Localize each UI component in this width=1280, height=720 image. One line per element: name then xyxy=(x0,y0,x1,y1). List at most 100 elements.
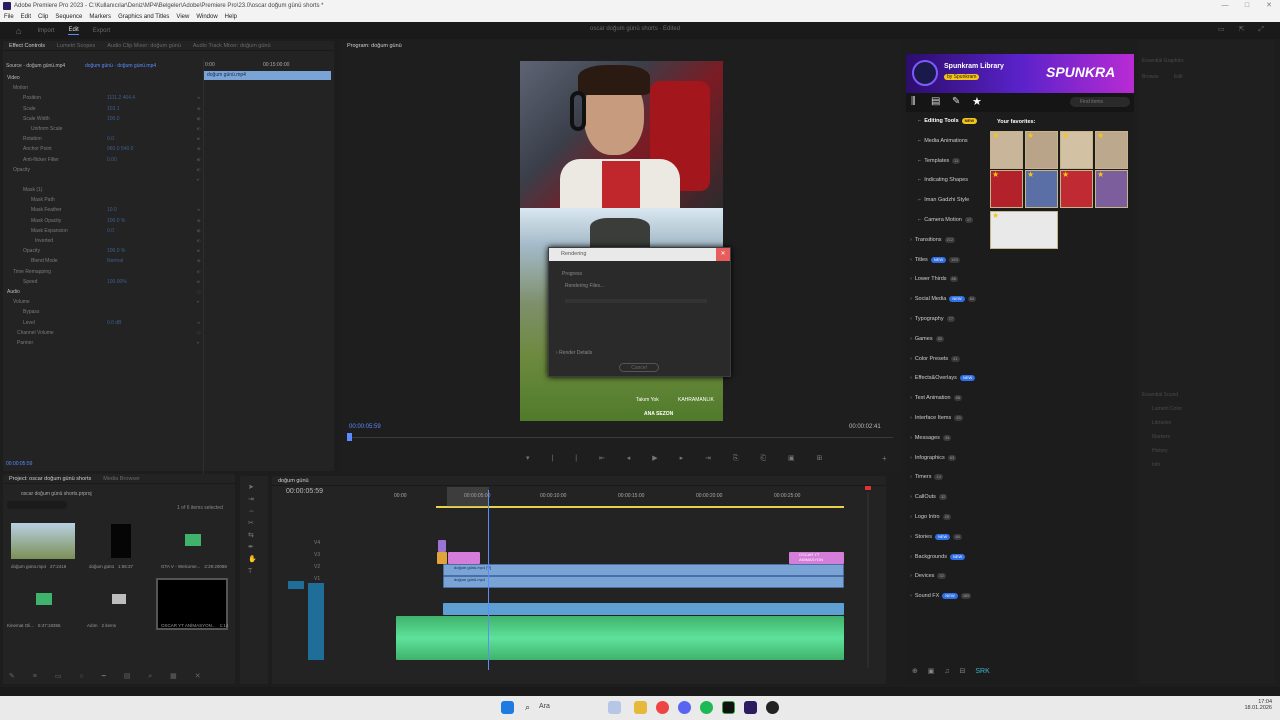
transport-controls[interactable]: ▾ | | ⇤ ◂ ▶ ▸ ⇥ ⎘ ⎗ ▣ ⊞ xyxy=(526,454,832,463)
effect-row-value[interactable]: 0.00 xyxy=(107,155,117,165)
right-panel-item[interactable]: Lumetri Color xyxy=(1152,406,1182,412)
right-panel-item[interactable]: Browse xyxy=(1142,74,1159,80)
timeline-audio-a1[interactable] xyxy=(443,603,844,615)
effect-row-value[interactable]: 100.0 % xyxy=(107,246,125,256)
star-icon[interactable]: ★ xyxy=(992,171,999,179)
audio-track-target[interactable] xyxy=(308,583,324,660)
library-category[interactable]: › Lower Thirds 88 xyxy=(910,274,958,284)
track-label[interactable]: V3 xyxy=(314,552,320,558)
effect-row-value[interactable]: 0.0 xyxy=(107,226,114,236)
library-category[interactable]: › Interface Items 39 xyxy=(910,413,963,423)
menu-window[interactable]: Window xyxy=(196,12,217,22)
effect-row-value[interactable]: 103.1 xyxy=(107,104,120,114)
menu-sequence[interactable]: Sequence xyxy=(55,12,82,22)
star-icon[interactable]: ★ xyxy=(992,132,999,140)
library-category[interactable]: › Transitions 212 xyxy=(910,235,956,245)
timeline-sequence-tab[interactable]: doğum günü xyxy=(278,476,309,485)
edit-icon[interactable]: ✎ xyxy=(952,96,960,107)
effect-row[interactable]: Volume xyxy=(7,297,202,307)
sequence-label[interactable]: doğum günü · doğum günü.mp4 xyxy=(85,63,156,69)
effect-row[interactable]: Blend Mode Normal ◂ ◇ ▸ xyxy=(7,256,202,284)
library-category[interactable]: › Logo Intro 20 xyxy=(910,512,952,522)
effect-row[interactable]: Mask Path xyxy=(7,195,202,205)
timeline-timecode[interactable]: 00:00:05:59 xyxy=(286,488,323,495)
timeline-clip-v3[interactable] xyxy=(448,552,480,564)
favorite-item[interactable]: ★ xyxy=(1025,131,1058,169)
workspace-export[interactable]: Export xyxy=(93,28,110,34)
favorite-item[interactable]: ★ xyxy=(1060,170,1093,208)
effect-row[interactable]: Scale 103.1 ◂ ◇ ▸ xyxy=(7,104,202,132)
star-icon[interactable]: ★ xyxy=(992,212,999,220)
workspace-edit[interactable]: Edit xyxy=(68,27,79,35)
spotify-icon[interactable] xyxy=(700,701,713,714)
favorite-item[interactable]: ★ xyxy=(1095,170,1128,208)
effect-row[interactable]: Scale Width 100.0 ◂ ◇ ▸ xyxy=(7,114,202,142)
favorite-item[interactable]: ★ xyxy=(1060,131,1093,169)
track-label[interactable]: V2 xyxy=(314,564,320,570)
taskbar-search-text[interactable]: Ara xyxy=(539,703,550,710)
work-area-bar[interactable] xyxy=(436,506,844,508)
library-category[interactable]: › Typography 77 xyxy=(910,314,956,324)
effect-row[interactable]: Speed 100.00% ◂ ◇ ▸ xyxy=(7,277,202,305)
tab-lumetri-scopes[interactable]: Lumetri Scopes xyxy=(57,41,95,50)
star-icon[interactable]: ★ xyxy=(1027,132,1034,140)
effect-row-value[interactable]: Normal xyxy=(107,256,123,266)
favorite-item[interactable]: ★ xyxy=(990,211,1058,249)
effect-row[interactable]: Bypass xyxy=(7,307,202,317)
star-icon[interactable]: ★ xyxy=(1027,171,1034,179)
effect-row-value[interactable]: 100.0 % xyxy=(107,216,125,226)
right-panel-item[interactable]: Edit xyxy=(1174,74,1183,80)
timeline-clip-v1[interactable]: doğum günü.mp4 xyxy=(443,576,844,588)
library-category[interactable]: › Color Presets 41 xyxy=(910,354,960,364)
steam-icon[interactable] xyxy=(766,701,779,714)
tab-project[interactable]: Project: oscar doğum günü shorts xyxy=(9,474,91,483)
chrome-icon[interactable] xyxy=(656,701,669,714)
library-category[interactable]: ⌐ Indicating Shapes xyxy=(918,175,968,185)
library-category[interactable]: › Timers 14 xyxy=(910,472,943,482)
library-category[interactable]: › Social Media NEW 84 xyxy=(910,294,977,304)
right-panel-item[interactable]: Libraries xyxy=(1152,420,1171,426)
effect-row[interactable]: Mask (1) xyxy=(7,185,202,195)
menu-markers[interactable]: Markers xyxy=(89,12,111,22)
effect-row-value[interactable]: 100.00% xyxy=(107,277,127,287)
mini-timeline-clip[interactable]: doğum günü.mp4 xyxy=(204,71,331,80)
timeline-clip-oscar[interactable]: OSCAR YT ANİMASYON xyxy=(789,552,844,564)
workspace-import[interactable]: Import xyxy=(37,28,54,34)
file-explorer-icon[interactable] xyxy=(634,701,647,714)
effect-row[interactable]: Panner xyxy=(7,338,202,348)
right-panel-item[interactable]: Essential Graphics xyxy=(1142,58,1184,64)
effect-row[interactable]: Motion xyxy=(7,83,202,93)
favorite-item[interactable]: ★ xyxy=(990,131,1023,169)
maximize-button[interactable]: □ xyxy=(1236,0,1258,12)
video-track-target[interactable] xyxy=(288,581,304,589)
search-icon[interactable]: ⌕ xyxy=(525,702,530,713)
library-search-input[interactable]: Find items xyxy=(1070,97,1130,107)
library-category[interactable]: ⌐ Media Animations xyxy=(918,136,968,146)
effect-row[interactable]: Anchor Point 960.0 540.0 ◂ ◇ ▸ xyxy=(7,144,202,172)
star-icon[interactable]: ★ xyxy=(1062,171,1069,179)
folder-icon[interactable] xyxy=(112,594,126,604)
close-icon[interactable]: ✕ xyxy=(716,248,730,261)
library-category[interactable]: ⌐ Camera Motion 17 xyxy=(918,215,974,225)
right-panel-item[interactable]: Essential Sound xyxy=(1142,392,1178,398)
library-category[interactable]: › Stories NEW 48 xyxy=(910,532,962,542)
effect-row[interactable]: Audio xyxy=(7,287,202,297)
effect-row[interactable]: Mask Expansion 0.0 ◂ ◇ ▸ xyxy=(7,226,202,254)
track-label[interactable]: V4 xyxy=(314,540,320,546)
premiere-taskbar-icon[interactable] xyxy=(744,701,757,714)
program-playhead[interactable] xyxy=(347,433,352,441)
menu-file[interactable]: File xyxy=(4,12,14,22)
favorite-item[interactable]: ★ xyxy=(990,170,1023,208)
effect-row[interactable]: Video xyxy=(7,73,202,83)
library-category[interactable]: › Sound FX NEW 389 xyxy=(910,591,972,601)
library-category[interactable]: › Devices 32 xyxy=(910,571,946,581)
timeline-clip-orange[interactable] xyxy=(437,552,447,564)
library-category[interactable]: › CallOuts 32 xyxy=(910,492,948,502)
library-footer-icons[interactable]: ⊕ ▣ ♫ ⊟ SRK xyxy=(912,667,990,675)
library-category[interactable]: › Messages 34 xyxy=(910,433,952,443)
program-scrubber[interactable] xyxy=(349,437,893,438)
minimize-button[interactable]: — xyxy=(1214,0,1236,12)
windows-start-icon[interactable] xyxy=(501,701,514,714)
widget-icon[interactable] xyxy=(608,701,621,714)
effect-row[interactable]: Mask Opacity 100.0 % ◂ ◇ ▸ xyxy=(7,216,202,244)
